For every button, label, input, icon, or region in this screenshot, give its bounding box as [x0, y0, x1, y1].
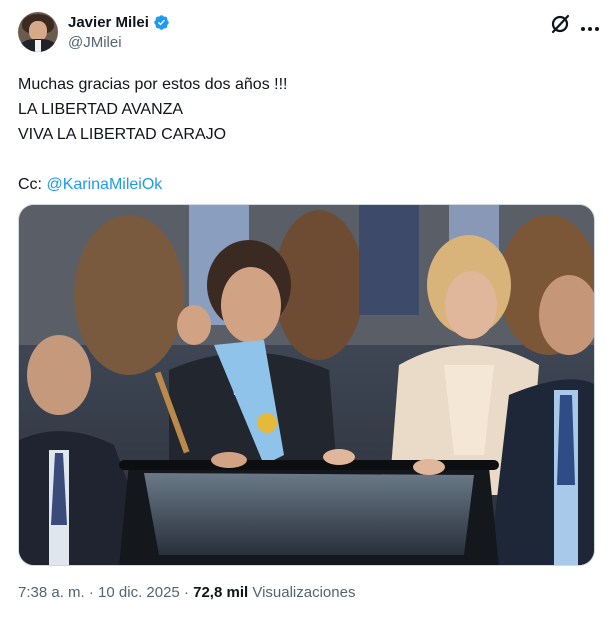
tweet-time[interactable]: 7:38 a. m.: [18, 584, 85, 601]
tweet-meta: 7:38 a. m. · 10 dic. 2025 · 72,8 mil Vis…: [18, 584, 355, 601]
avatar-face: [29, 21, 47, 41]
tweet-cc-line: Cc: @KarinaMileiOk: [18, 172, 593, 197]
views-label: Visualizaciones: [252, 584, 356, 601]
tweet-text-spacer: [18, 147, 593, 172]
author-avatar[interactable]: [18, 12, 58, 52]
tweet-text-line: VIVA LA LIBERTAD CARAJO: [18, 126, 227, 143]
tweet-text-line: LA LIBERTAD AVANZA: [18, 101, 184, 118]
photo-illustration: [19, 205, 594, 565]
mention-link[interactable]: @KarinaMileiOk: [46, 176, 162, 193]
cc-prefix: Cc:: [18, 176, 47, 193]
views-count: 72,8 mil: [193, 584, 249, 601]
tweet-date[interactable]: 10 dic. 2025: [98, 584, 180, 601]
more-options-icon[interactable]: [580, 20, 600, 31]
tweet-text: Muchas gracias por estos dos años !!! LA…: [18, 72, 593, 197]
author-display-name[interactable]: Javier Milei: [68, 14, 149, 31]
meta-separator: ·: [88, 584, 94, 601]
meta-separator: ·: [183, 584, 189, 601]
avatar-shirt: [35, 40, 41, 52]
tweet-text-line: Muchas gracias por estos dos años !!!: [18, 76, 288, 93]
author-handle[interactable]: @JMilei: [68, 34, 122, 51]
verified-badge-icon[interactable]: [153, 14, 170, 31]
author-name-row: Javier Milei: [68, 12, 170, 32]
tweet-photo[interactable]: [18, 204, 595, 566]
tweet-article: Javier Milei @JMilei Muchas gracias por …: [0, 0, 610, 620]
grok-icon[interactable]: [549, 13, 571, 35]
